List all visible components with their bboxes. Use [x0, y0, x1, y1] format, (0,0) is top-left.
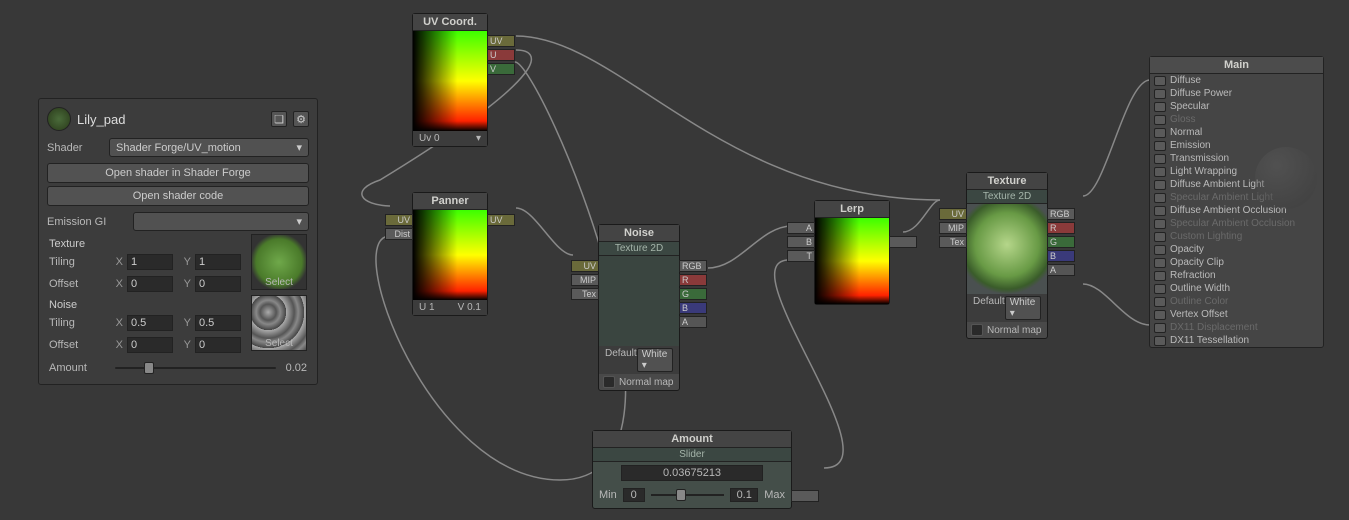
help-button[interactable]: ❏	[271, 111, 287, 127]
noise-tiling-y[interactable]	[195, 315, 241, 331]
preview-sphere	[1255, 147, 1317, 209]
socket-icon[interactable]	[1154, 102, 1166, 112]
socket-icon[interactable]	[1154, 206, 1166, 216]
open-shader-forge-button[interactable]: Open shader in Shader Forge	[47, 163, 309, 183]
texture-normal-checkbox[interactable]	[971, 324, 983, 336]
inspector-panel: Lily_pad ❏ ⚙ Shader Shader Forge/UV_moti…	[38, 98, 318, 385]
main-input-dx11-tessellation[interactable]: DX11 Tessellation	[1150, 334, 1323, 347]
main-input-specular[interactable]: Specular	[1150, 100, 1323, 113]
uv-out-port[interactable]: UV	[487, 35, 515, 47]
main-input-diffuse-power[interactable]: Diffuse Power	[1150, 87, 1323, 100]
amount-value: 0.02	[286, 362, 307, 374]
panner-uv-out[interactable]: UV	[487, 214, 515, 226]
socket-icon[interactable]	[1154, 115, 1166, 125]
noise-normal-checkbox[interactable]	[603, 376, 615, 388]
amount-slider[interactable]	[115, 367, 276, 369]
panner-dist-in[interactable]: Dist	[385, 228, 413, 240]
amount-out-port[interactable]	[791, 490, 819, 502]
main-input-outline-width[interactable]: Outline Width	[1150, 282, 1323, 295]
chevron-down-icon[interactable]: ▾	[476, 133, 481, 144]
uv-preview: UV U V	[413, 31, 487, 131]
material-icon	[47, 107, 71, 131]
texture-node[interactable]: Texture Texture 2D UV MIP Tex RGB R G B …	[966, 172, 1048, 339]
socket-icon[interactable]	[1154, 271, 1166, 281]
amount-label: Amount	[49, 362, 105, 374]
amount-min-field[interactable]: 0	[623, 488, 645, 502]
x-label: X	[109, 256, 123, 268]
u-out-port[interactable]: U	[487, 49, 515, 61]
noise-offset-y[interactable]	[195, 337, 241, 353]
main-input-refraction[interactable]: Refraction	[1150, 269, 1323, 282]
chevron-down-icon: ▾	[296, 215, 302, 228]
amount-node[interactable]: Amount Slider 0.03675213 Min 0 0.1 Max	[592, 430, 792, 509]
socket-icon[interactable]	[1154, 297, 1166, 307]
noise-tiling-x[interactable]	[127, 315, 173, 331]
noise-offset-x[interactable]	[127, 337, 173, 353]
main-input-specular-ambient-occlusion[interactable]: Specular Ambient Occlusion	[1150, 217, 1323, 230]
amount-max-field[interactable]: 0.1	[730, 488, 758, 502]
socket-icon[interactable]	[1154, 245, 1166, 255]
socket-icon[interactable]	[1154, 76, 1166, 86]
noise-node[interactable]: Noise Texture 2D UV MIP Tex RGB R G B A …	[598, 224, 680, 391]
noise-thumbnail[interactable]: Select	[251, 295, 307, 351]
texture-offset-y[interactable]	[195, 276, 241, 292]
socket-icon[interactable]	[1154, 336, 1166, 346]
socket-icon[interactable]	[1154, 89, 1166, 99]
socket-icon[interactable]	[1154, 141, 1166, 151]
emission-gi-label: Emission GI	[47, 216, 127, 228]
main-input-gloss[interactable]: Gloss	[1150, 113, 1323, 126]
socket-icon[interactable]	[1154, 193, 1166, 203]
noise-preview: UV MIP Tex RGB R G B A	[599, 256, 679, 346]
main-input-opacity[interactable]: Opacity	[1150, 243, 1323, 256]
main-input-opacity-clip[interactable]: Opacity Clip	[1150, 256, 1323, 269]
v-out-port[interactable]: V	[487, 63, 515, 75]
shader-label: Shader	[47, 142, 103, 154]
lerp-node[interactable]: Lerp A B T	[814, 200, 890, 305]
texture-thumbnail[interactable]: Select	[251, 234, 307, 290]
offset-label: Offset	[49, 278, 105, 290]
chevron-down-icon: ▾	[296, 141, 302, 154]
tiling-label: Tiling	[49, 256, 105, 268]
main-output-panel[interactable]: Main DiffuseDiffuse PowerSpecularGlossNo…	[1149, 56, 1324, 348]
texture-tiling-x[interactable]	[127, 254, 173, 270]
open-shader-code-button[interactable]: Open shader code	[47, 186, 309, 206]
emission-gi-dropdown[interactable]: ▾	[133, 212, 309, 231]
socket-icon[interactable]	[1154, 180, 1166, 190]
panner-uv-in[interactable]: UV	[385, 214, 413, 226]
main-input-vertex-offset[interactable]: Vertex Offset	[1150, 308, 1323, 321]
material-name: Lily_pad	[77, 112, 265, 127]
gear-icon[interactable]: ⚙	[293, 111, 309, 127]
texture-tiling-y[interactable]	[195, 254, 241, 270]
socket-icon[interactable]	[1154, 323, 1166, 333]
panner-node[interactable]: Panner UV Dist UV U 1V 0.1	[412, 192, 488, 316]
texture-preview: UV MIP Tex RGB R G B A	[967, 204, 1047, 294]
socket-icon[interactable]	[1154, 219, 1166, 229]
socket-icon[interactable]	[1154, 310, 1166, 320]
socket-icon[interactable]	[1154, 167, 1166, 177]
socket-icon[interactable]	[1154, 128, 1166, 138]
y-label: Y	[177, 256, 191, 268]
texture-default-dropdown[interactable]: White ▾	[1005, 296, 1041, 320]
amount-value-field[interactable]: 0.03675213	[621, 465, 763, 481]
socket-icon[interactable]	[1154, 284, 1166, 294]
shader-dropdown[interactable]: Shader Forge/UV_motion▾	[109, 138, 309, 157]
socket-icon[interactable]	[1154, 154, 1166, 164]
amount-node-slider[interactable]	[651, 494, 724, 496]
socket-icon[interactable]	[1154, 232, 1166, 242]
noise-default-dropdown[interactable]: White ▾	[637, 348, 673, 372]
panner-preview: UV Dist UV	[413, 210, 487, 300]
main-input-custom-lighting[interactable]: Custom Lighting	[1150, 230, 1323, 243]
main-input-dx11-displacement[interactable]: DX11 Displacement	[1150, 321, 1323, 334]
socket-icon[interactable]	[1154, 258, 1166, 268]
uv-coord-node[interactable]: UV Coord. UV U V Uv 0▾	[412, 13, 488, 147]
main-input-normal[interactable]: Normal	[1150, 126, 1323, 139]
main-input-diffuse[interactable]: Diffuse	[1150, 74, 1323, 87]
texture-offset-x[interactable]	[127, 276, 173, 292]
main-input-outline-color[interactable]: Outline Color	[1150, 295, 1323, 308]
lerp-preview: A B T	[815, 218, 889, 304]
